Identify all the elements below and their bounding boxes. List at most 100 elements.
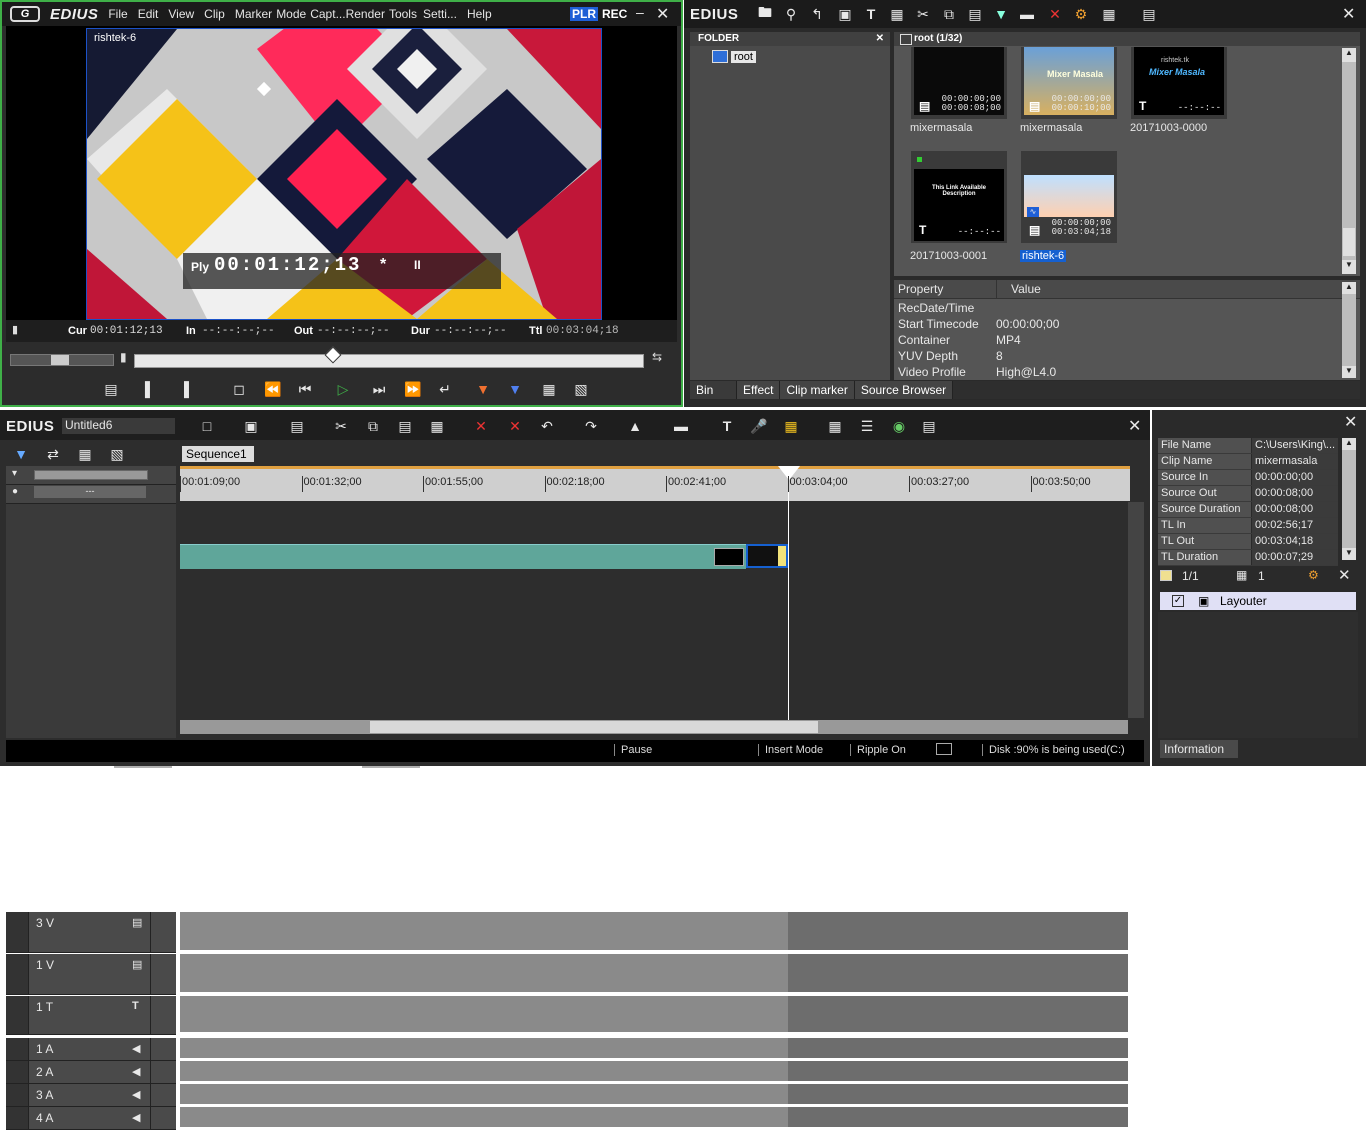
video-frame[interactable] <box>86 28 602 320</box>
menu-render[interactable]: Render <box>346 7 385 21</box>
track-lane-empty[interactable] <box>788 1084 1128 1104</box>
clip-1v-thumb-a[interactable] <box>714 548 744 566</box>
set-in-icon[interactable]: ▐ <box>134 379 156 399</box>
copy-icon[interactable]: ⧉ <box>362 416 384 436</box>
rewind-icon[interactable]: ⏪ <box>262 379 284 399</box>
track-lock-cell[interactable] <box>6 996 29 1034</box>
track-scrollbar[interactable] <box>1128 502 1144 718</box>
clip-name-3[interactable]: 20171003-0000 <box>1130 122 1207 134</box>
layouter-checkbox[interactable]: ✓ <box>1172 595 1184 607</box>
menu-help[interactable]: Help <box>467 7 492 21</box>
properties-icon[interactable]: ⚙ <box>1070 4 1092 24</box>
track-lane-empty[interactable] <box>788 1107 1128 1127</box>
clip-thumb-3[interactable]: rishtek.tk Mixer Masala T --:--:-- <box>1130 46 1228 120</box>
plr-badge[interactable]: PLR <box>570 7 598 21</box>
tape-icon[interactable]: ▤ <box>100 379 122 399</box>
track-lock-cell[interactable] <box>6 1084 29 1106</box>
info-row[interactable]: File Name C:\Users\King\... <box>1158 438 1338 454</box>
stop-icon[interactable]: ◻ <box>228 379 250 399</box>
track-lane[interactable] <box>180 1084 788 1104</box>
redo-icon[interactable]: ↷ <box>580 416 602 436</box>
property-row[interactable]: RecDate/Time <box>894 300 1340 316</box>
folder-icon[interactable]: 🖿 <box>754 4 776 24</box>
rec-badge[interactable]: REC <box>602 7 627 21</box>
add-cut-icon[interactable]: ▲ <box>624 416 646 436</box>
track-lane[interactable] <box>180 954 788 992</box>
add-marker-icon[interactable]: ▼ <box>990 4 1012 24</box>
clip-scroll-down-icon[interactable]: ▼ <box>1342 260 1356 274</box>
clip-scrollbar[interactable]: ▲ ▼ <box>1342 48 1356 274</box>
snap-icon[interactable]: ▬ <box>670 416 692 436</box>
track-lane[interactable] <box>180 1038 788 1058</box>
sync-icon[interactable]: ⇄ <box>42 444 64 464</box>
track-header[interactable]: 3 A ◀ <box>6 1084 176 1107</box>
clip-name-4[interactable]: 20171003-0001 <box>910 250 987 262</box>
menu-tools[interactable]: Tools <box>389 7 417 21</box>
track-lock-cell[interactable] <box>6 1038 29 1060</box>
track-header[interactable]: 1 A ◀ <box>6 1038 176 1061</box>
clip-1v-main[interactable] <box>180 544 746 569</box>
info-row[interactable]: Source Out 00:00:08;00 <box>1158 486 1338 502</box>
timeline-close-icon[interactable]: ✕ <box>1128 416 1141 436</box>
info-row[interactable]: TL Duration 00:00:07;29 <box>1158 550 1338 566</box>
clip-thumb-1[interactable]: ▤ 00:00:00;00 00:00:08;00 <box>910 46 1008 120</box>
delete-icon[interactable]: ✕ <box>1044 4 1066 24</box>
menu-capture[interactable]: Capt... <box>310 7 345 21</box>
undo-icon[interactable]: ↶ <box>536 416 558 436</box>
tab-bin[interactable]: Bin <box>690 381 737 399</box>
timeline-playhead[interactable] <box>788 468 789 730</box>
add-title-icon[interactable]: T <box>860 4 882 24</box>
timeline-hscroll[interactable] <box>180 720 1128 734</box>
track-lane-empty[interactable] <box>788 912 1128 950</box>
menu-marker[interactable]: Marker <box>235 7 272 21</box>
property-row[interactable]: Container MP4 <box>894 332 1340 348</box>
info-scroll-down-icon[interactable]: ▼ <box>1342 548 1356 560</box>
menu-settings[interactable]: Setti... <box>423 7 457 21</box>
zoom-lock-icon[interactable]: ▾ <box>12 468 17 479</box>
replace-icon[interactable]: ▦ <box>426 416 448 436</box>
mic-icon[interactable]: 🎤 <box>748 416 770 436</box>
track-lock-cell[interactable] <box>6 1061 29 1083</box>
minimize-icon[interactable]: – <box>636 4 644 20</box>
layout-icon[interactable]: ▤ <box>918 416 940 436</box>
fast-forward-icon[interactable]: ⏩ <box>402 379 424 399</box>
menu-mode[interactable]: Mode <box>276 7 306 21</box>
info-row[interactable]: Source Duration 00:00:08;00 <box>1158 502 1338 518</box>
new-icon[interactable]: □ <box>196 416 218 436</box>
clip-name-5[interactable]: rishtek-6 <box>1020 250 1067 262</box>
track-lane[interactable] <box>180 912 788 950</box>
track-lock-cell[interactable] <box>6 954 29 994</box>
ruler-scale-select[interactable]: --- <box>34 486 146 498</box>
tab-clip-marker[interactable]: Clip marker <box>780 381 855 399</box>
film-icon[interactable]: ▤ <box>132 958 142 971</box>
track-lane[interactable] <box>180 1107 788 1127</box>
save-icon[interactable]: ▤ <box>286 416 308 436</box>
info-scrollbar[interactable]: ▲ ▼ <box>1342 438 1356 560</box>
group-icon[interactable]: ▧ <box>106 444 128 464</box>
property-row[interactable]: Start Timecode 00:00:00;00 <box>894 316 1340 332</box>
search-icon[interactable]: ⚲ <box>780 4 802 24</box>
clip-thumb-5[interactable]: ∿ ▤ 00:00:00;00 00:03:04;18 <box>1020 150 1118 244</box>
property-row[interactable]: Video Profile High@L4.0 <box>894 364 1340 380</box>
track-lane[interactable] <box>180 996 788 1032</box>
track-lane-empty[interactable] <box>788 954 1128 992</box>
overwrite-to-timeline-icon[interactable]: ▼ <box>504 379 526 399</box>
mode-icon[interactable]: ▼ <box>10 444 32 464</box>
title-icon[interactable]: T <box>716 416 738 436</box>
track-lane[interactable] <box>180 1061 788 1081</box>
speaker-icon[interactable]: ◀ <box>132 1111 140 1124</box>
color-bar-icon[interactable]: ▦ <box>886 4 908 24</box>
layouter-row[interactable]: ✓ ▣ Layouter <box>1160 592 1356 610</box>
track-header[interactable]: 3 V ▤ <box>6 912 176 953</box>
clip-scroll-thumb[interactable] <box>1343 228 1355 256</box>
track-lane-empty[interactable] <box>788 996 1128 1032</box>
track-lane-empty[interactable] <box>788 1061 1128 1081</box>
project-name[interactable]: Untitled6 <box>62 418 175 434</box>
track-header[interactable]: 2 A ◀ <box>6 1061 176 1084</box>
tab-effect[interactable]: Effect <box>737 381 781 399</box>
folder-close-icon[interactable]: ✕ <box>876 32 884 46</box>
filter-list-icon[interactable]: ▦ <box>1236 568 1247 582</box>
scrub-start-icon[interactable]: ▮ <box>120 350 127 364</box>
title-track-icon[interactable]: T <box>132 1000 139 1012</box>
info-row[interactable]: Source In 00:00:00;00 <box>1158 470 1338 486</box>
